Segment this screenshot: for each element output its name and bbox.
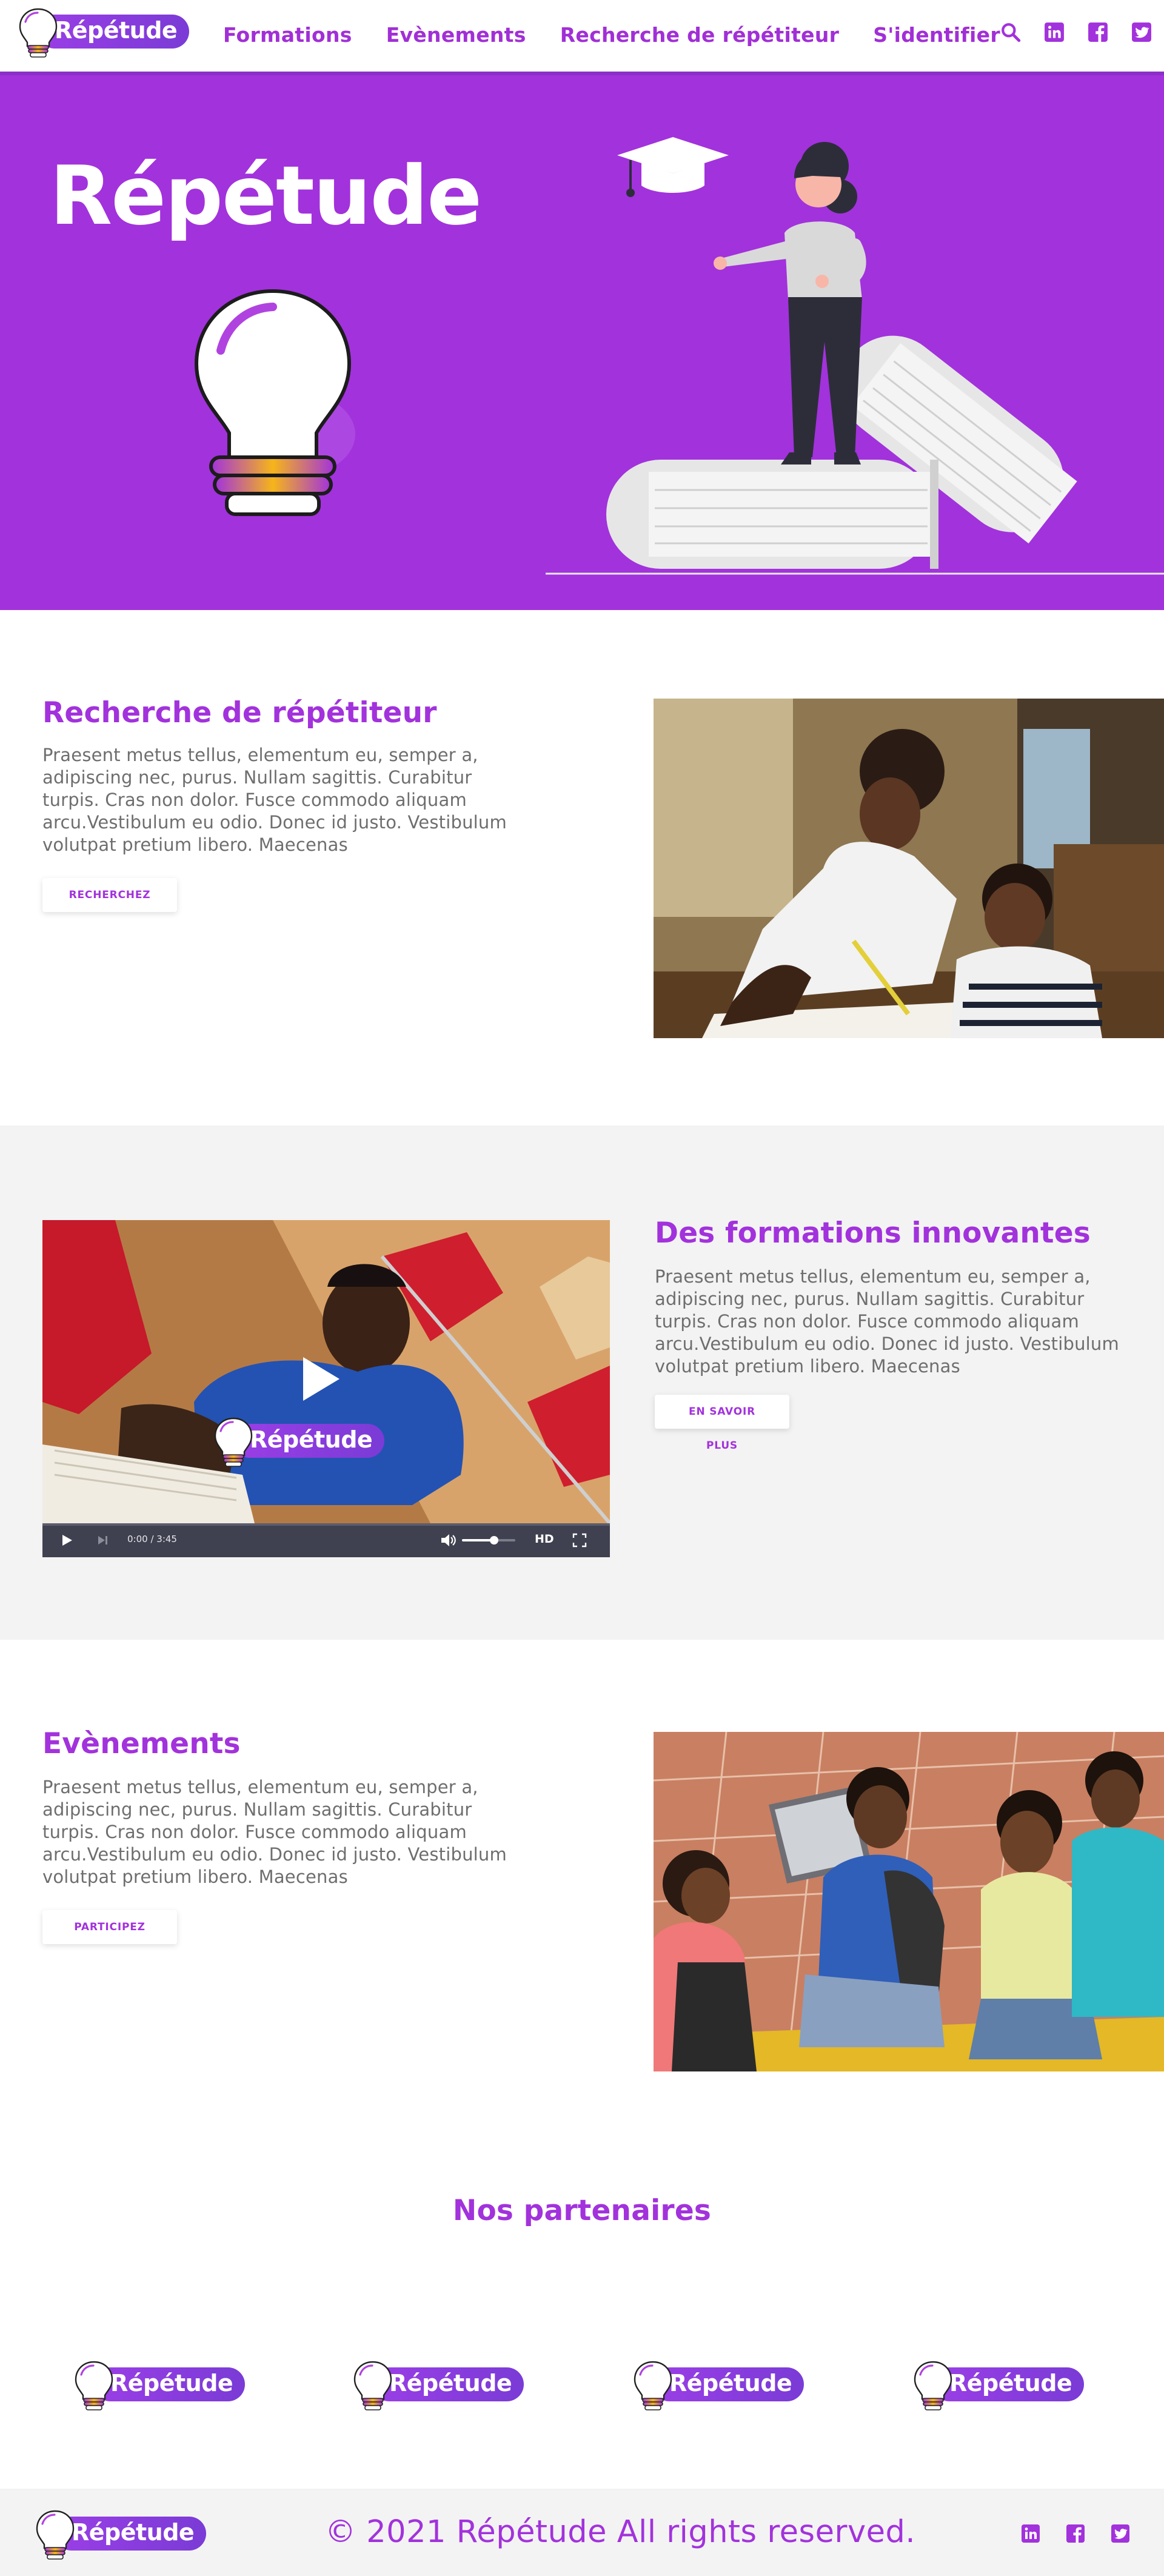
events-section: Evènements Praesent metus tellus, elemen… xyxy=(0,1640,1164,2124)
tutor-title: Recherche de répétiteur xyxy=(42,696,437,730)
student-on-books-illustration xyxy=(546,137,1164,575)
nav-links: Formations Evènements Recherche de répét… xyxy=(223,23,1034,47)
lightbulb-icon xyxy=(352,2360,394,2411)
search-tutor-button[interactable]: RECHERCHEZ xyxy=(42,878,177,912)
lightbulb-icon xyxy=(17,7,59,58)
linkedin-icon[interactable] xyxy=(1021,2524,1040,2543)
participate-button[interactable]: PARTICIPEZ xyxy=(42,1910,177,1944)
nav-link-recherche[interactable]: Recherche de répétiteur xyxy=(560,23,840,47)
nav-link-identifier[interactable]: S'identifier xyxy=(873,23,1000,47)
lightbulb-illustration xyxy=(194,289,355,516)
partner-name: Répétude xyxy=(669,2370,792,2397)
logo-text: Répétude xyxy=(72,2519,195,2546)
hero-banner: Répétude xyxy=(0,75,1164,610)
lightbulb-icon xyxy=(632,2360,674,2411)
volume-slider[interactable] xyxy=(462,1536,515,1545)
facebook-icon[interactable] xyxy=(1088,22,1108,42)
logo-text: Répétude xyxy=(55,17,178,44)
play-icon[interactable] xyxy=(59,1533,74,1548)
training-text-block: Des formations innovantes Praesent metus… xyxy=(655,1216,1152,1452)
hero-title: Répétude xyxy=(50,149,482,243)
partner-name: Répétude xyxy=(389,2370,512,2397)
training-title: Des formations innovantes xyxy=(655,1216,1091,1250)
linkedin-icon[interactable] xyxy=(1044,22,1065,42)
twitter-icon[interactable] xyxy=(1111,2524,1130,2543)
partners-section: Nos partenaires Répétude Répétude Répétu… xyxy=(0,2124,1164,2489)
lightbulb-icon xyxy=(73,2360,115,2411)
tutor-text-block: Recherche de répétiteur Praesent metus t… xyxy=(42,696,527,912)
tutor-section: Recherche de répétiteur Praesent metus t… xyxy=(0,610,1164,1125)
learn-more-button[interactable]: EN SAVOIR PLUS xyxy=(655,1395,789,1452)
watermark-text: Répétude xyxy=(250,1426,373,1453)
video-time: 0:00 / 3:45 xyxy=(127,1534,177,1545)
quality-toggle[interactable]: HD xyxy=(535,1532,554,1546)
training-description: Praesent metus tellus, elementum eu, sem… xyxy=(655,1266,1119,1377)
partner-name: Répétude xyxy=(110,2370,233,2397)
tutor-description: Praesent metus tellus, elementum eu, sem… xyxy=(42,745,507,855)
video-watermark-logo: Répétude xyxy=(212,1417,388,1467)
partner-logo-4[interactable]: Répétude xyxy=(912,2360,1088,2411)
play-overlay-icon[interactable] xyxy=(299,1355,342,1403)
nav-icons xyxy=(1000,22,1152,42)
video-player[interactable]: Répétude 0:00 / 3:45 HD xyxy=(42,1220,610,1557)
facebook-icon[interactable] xyxy=(1066,2524,1085,2543)
copyright-text: © 2021 Répétude All rights reserved. xyxy=(325,2514,916,2550)
training-section: Répétude 0:00 / 3:45 HD Des formations i… xyxy=(0,1125,1164,1640)
events-photo xyxy=(654,1732,1164,2071)
events-description: Praesent metus tellus, elementum eu, sem… xyxy=(42,1777,507,1887)
partner-logo-1[interactable]: Répétude xyxy=(73,2360,249,2411)
top-nav: Répétude Formations Evènements Recherche… xyxy=(0,0,1164,75)
events-title: Evènements xyxy=(42,1727,241,1760)
footer-logo[interactable]: Répétude xyxy=(34,2509,210,2560)
video-progress-bar[interactable] xyxy=(42,1523,610,1526)
events-text-block: Evènements Praesent metus tellus, elemen… xyxy=(42,1727,527,1944)
lightbulb-icon xyxy=(912,2360,954,2411)
partners-title: Nos partenaires xyxy=(452,2194,712,2227)
volume-icon[interactable] xyxy=(440,1533,457,1548)
fullscreen-icon[interactable] xyxy=(572,1533,587,1548)
next-icon[interactable] xyxy=(97,1535,109,1546)
twitter-icon[interactable] xyxy=(1131,22,1152,42)
lightbulb-icon xyxy=(34,2509,76,2560)
partner-logo-3[interactable]: Répétude xyxy=(632,2360,808,2411)
search-icon[interactable] xyxy=(1000,22,1021,42)
tutor-photo xyxy=(654,699,1164,1038)
nav-link-evenements[interactable]: Evènements xyxy=(386,23,526,47)
partners-title-wrap: Nos partenaires xyxy=(0,2194,1164,2227)
volume-slider-knob[interactable] xyxy=(489,1536,498,1545)
partner-logo-2[interactable]: Répétude xyxy=(352,2360,527,2411)
video-controls: 0:00 / 3:45 HD xyxy=(42,1523,610,1557)
partner-name: Répétude xyxy=(949,2370,1072,2397)
footer: Répétude © 2021 Répétude All rights rese… xyxy=(0,2489,1164,2576)
brand-logo[interactable]: Répétude xyxy=(17,7,193,58)
nav-link-formations[interactable]: Formations xyxy=(223,23,352,47)
lightbulb-icon xyxy=(212,1417,255,1467)
footer-social-icons xyxy=(995,2524,1130,2543)
volume-slider-fill xyxy=(462,1539,494,1541)
